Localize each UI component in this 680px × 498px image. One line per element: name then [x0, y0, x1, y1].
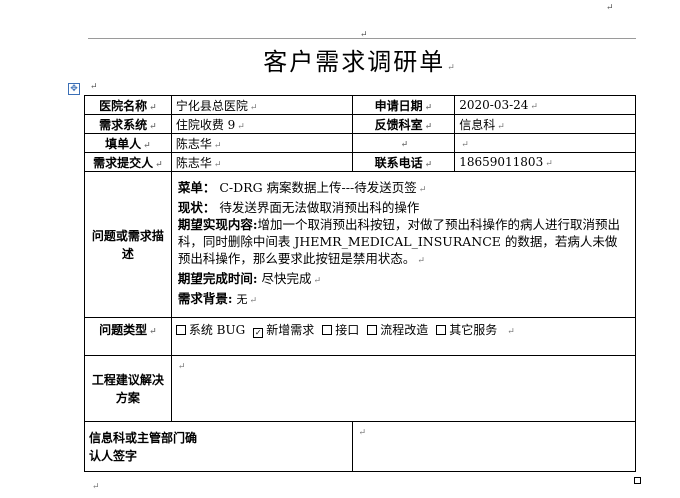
- table-row: 填单人 ↵ 陈志华 ↵ ↵ ↵: [84, 133, 636, 153]
- problem-type-option[interactable]: 接口: [322, 323, 359, 337]
- title-text: 客户需求调研单: [263, 48, 446, 76]
- checkbox-icon[interactable]: [175, 325, 186, 335]
- problem-type-option-label: 接口: [335, 323, 360, 337]
- phone-value-cell[interactable]: 18659011803 ↵: [454, 152, 636, 172]
- expect-label: 期望实现内容:: [177, 217, 258, 232]
- system-label: 需求系统: [99, 117, 148, 132]
- submitter-label: 需求提交人: [93, 155, 154, 170]
- table-row: 医院名称 ↵ 宁化县总医院 ↵ 申请日期 ↵ 2020-03-24 ↵: [84, 95, 636, 115]
- paragraph-mark: ↵: [90, 82, 98, 92]
- signature-label-cell: 信息科或主管部门确认人签字: [84, 421, 353, 472]
- feedback-dept-label: 反馈科室: [374, 117, 423, 132]
- feedback-dept-label-cell: 反馈科室 ↵: [351, 114, 456, 134]
- phone-label-cell: 联系电话 ↵: [351, 152, 456, 172]
- problem-type-option-label: 流程改造: [380, 323, 429, 337]
- paragraph-mark: ↵: [92, 482, 100, 492]
- submitter-value-cell[interactable]: 陈志华 ↵: [170, 152, 353, 172]
- paragraph-mark: ↵: [447, 63, 457, 73]
- feedback-dept-value-cell[interactable]: 信息科 ↵: [454, 114, 636, 134]
- problem-type-option-label: 系统 BUG: [188, 323, 246, 337]
- phone-value: 18659011803: [459, 155, 544, 169]
- request-form-table: 医院名称 ↵ 宁化县总医院 ↵ 申请日期 ↵ 2020-03-24 ↵ 需求系统 ↵ 住院…: [84, 95, 637, 472]
- apply-date-label: 申请日期: [374, 98, 423, 113]
- deadline-line: 期望完成时间: 尽快完成 ↵: [177, 271, 322, 286]
- description-label-cell: 问题或需求描述: [84, 171, 172, 318]
- apply-date-label-cell: 申请日期 ↵: [351, 95, 456, 115]
- signature-value-cell[interactable]: ↵: [351, 421, 636, 472]
- expect-line: 期望实现内容:增加一个取消预出科按钮，对做了预出科操作的病人进行取消预出科，同时…: [177, 217, 620, 266]
- problem-type-option[interactable]: 系统 BUG: [175, 323, 246, 337]
- table-move-handle-icon[interactable]: ✥: [68, 83, 80, 95]
- document-page: ↵ ↵ 客户需求调研单 ↵ ✥ ↵ 医院名称 ↵ 宁化县总医院 ↵ 申请日期 ↵ 202…: [0, 0, 680, 498]
- hospital-value: 宁化县总医院: [175, 98, 248, 113]
- problem-type-label-cell: 问题类型 ↵: [84, 317, 172, 356]
- filler-value-cell[interactable]: 陈志华 ↵: [170, 133, 353, 153]
- paragraph-mark: ↵: [606, 3, 614, 13]
- problem-type-option[interactable]: 流程改造: [367, 323, 428, 337]
- checkbox-icon[interactable]: [367, 325, 378, 335]
- table-row: 需求提交人 ↵ 陈志华 ↵ 联系电话 ↵ 18659011803 ↵: [84, 152, 636, 172]
- table-resize-handle[interactable]: [634, 477, 641, 484]
- paragraph-mark: ↵: [507, 327, 515, 337]
- problem-type-options-cell: 系统 BUG ✓ 新增需求 接口 流程改造 其它服务 ↵: [170, 317, 637, 356]
- page-title: 客户需求调研单 ↵: [0, 42, 680, 77]
- problem-type-option[interactable]: ✓ 新增需求: [253, 323, 315, 338]
- hospital-label-cell: 医院名称 ↵: [84, 95, 172, 115]
- system-value: 住院收费 9: [175, 117, 236, 132]
- background-value: 无: [236, 293, 248, 306]
- solution-label: 工程建议解决方案: [91, 372, 164, 405]
- checked-checkbox-icon[interactable]: ✓: [253, 328, 264, 338]
- table-row: 信息科或主管部门确认人签字 ↵: [84, 421, 636, 472]
- deadline-label: 期望完成时间:: [177, 271, 258, 286]
- filler-value: 陈志华: [175, 136, 212, 151]
- checkbox-icon[interactable]: [322, 325, 333, 335]
- problem-type-label: 问题类型: [99, 323, 148, 337]
- header-line: [88, 38, 636, 39]
- signature-label: 信息科或主管部门确认人签字: [89, 430, 198, 463]
- hospital-value-cell[interactable]: 宁化县总医院 ↵: [170, 95, 353, 115]
- feedback-dept-value: 信息科: [459, 117, 496, 132]
- status-value: 待发送界面无法做取消预出科的操作: [219, 200, 420, 215]
- table-row: 需求系统 ↵ 住院收费 9 ↵ 反馈科室 ↵ 信息科 ↵: [84, 114, 636, 134]
- problem-type-option-label: 其它服务: [449, 323, 498, 337]
- menu-value: C-DRG 病案数据上传---待发送页签: [219, 180, 417, 195]
- submitter-label-cell: 需求提交人 ↵: [84, 152, 172, 172]
- empty-value-cell[interactable]: ↵: [454, 133, 636, 153]
- hospital-label: 医院名称: [99, 98, 148, 113]
- system-label-cell: 需求系统 ↵: [84, 114, 172, 134]
- phone-label: 联系电话: [374, 155, 423, 170]
- submitter-value: 陈志华: [175, 155, 212, 170]
- problem-type-option-label: 新增需求: [266, 323, 315, 337]
- background-line: 需求背景: 无 ↵: [177, 291, 257, 306]
- table-row: 工程建议解决方案 ↵: [84, 355, 637, 422]
- apply-date-value-cell[interactable]: 2020-03-24 ↵: [454, 95, 636, 115]
- deadline-value: 尽快完成: [261, 271, 312, 286]
- solution-value-cell[interactable]: ↵: [170, 355, 637, 422]
- table-row: 问题或需求描述 菜单： C-DRG 病案数据上传---待发送页签 ↵ 现状： 待发…: [84, 171, 637, 318]
- filler-label: 填单人: [105, 136, 142, 151]
- problem-type-option[interactable]: 其它服务: [436, 323, 497, 337]
- background-label: 需求背景:: [177, 291, 233, 306]
- table-row: 问题类型 ↵ 系统 BUG ✓ 新增需求 接口 流程改造 其它服务 ↵: [84, 317, 637, 356]
- description-label: 问题或需求描述: [91, 228, 164, 261]
- empty-label-cell: ↵: [351, 133, 456, 153]
- system-value-cell[interactable]: 住院收费 9 ↵: [170, 114, 353, 134]
- menu-label: 菜单：: [177, 180, 216, 195]
- solution-label-cell: 工程建议解决方案: [84, 355, 172, 422]
- checkbox-icon[interactable]: [436, 325, 447, 335]
- status-line: 现状： 待发送界面无法做取消预出科的操作: [178, 199, 629, 216]
- menu-line: 菜单： C-DRG 病案数据上传---待发送页签 ↵: [177, 180, 427, 195]
- filler-label-cell: 填单人 ↵: [84, 133, 172, 153]
- description-value-cell[interactable]: 菜单： C-DRG 病案数据上传---待发送页签 ↵ 现状： 待发送界面无法做取消…: [170, 171, 637, 318]
- apply-date-value: 2020-03-24: [459, 98, 529, 112]
- status-label: 现状：: [177, 200, 216, 215]
